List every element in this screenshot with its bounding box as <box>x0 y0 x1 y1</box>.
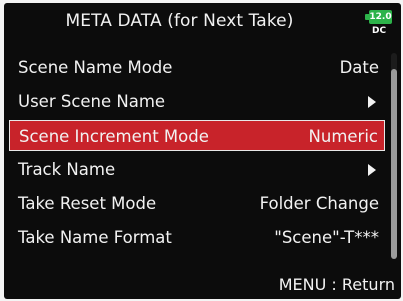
header: META DATA (for Next Take) 12.0 DC <box>4 3 401 41</box>
menu-item-value: Numeric <box>308 127 378 146</box>
menu-item-label: User Scene Name <box>18 92 166 111</box>
battery-icon: 12.0 DC <box>363 10 397 40</box>
battery-level: 12.0 <box>369 10 392 24</box>
menu-item-label: Scene Name Mode <box>18 58 173 77</box>
scrollbar-thumb[interactable] <box>391 69 397 259</box>
menu-item-take-reset-mode[interactable]: Take Reset Mode Folder Change <box>9 188 385 219</box>
menu-item-label: Take Reset Mode <box>18 194 157 213</box>
menu-item-user-scene-name[interactable]: User Scene Name <box>9 86 385 117</box>
menu-item-label: Track Name <box>18 160 116 179</box>
menu-item-value: "Scene"-T*** <box>274 228 379 247</box>
page-title: META DATA (for Next Take) <box>65 11 294 31</box>
menu-item-take-name-format[interactable]: Take Name Format "Scene"-T*** <box>9 222 385 253</box>
right-triangle-icon <box>368 164 376 176</box>
menu-item-label: Take Name Format <box>18 228 172 247</box>
menu-item-track-name[interactable]: Track Name <box>9 154 385 185</box>
menu-item-scene-name-mode[interactable]: Scene Name Mode Date <box>9 52 385 83</box>
menu-item-scene-increment-mode[interactable]: Scene Increment Mode Numeric <box>9 120 385 151</box>
right-triangle-icon <box>368 96 376 108</box>
device-screen: META DATA (for Next Take) 12.0 DC Scene … <box>4 3 401 299</box>
menu-item-value: Date <box>339 58 379 77</box>
power-source: DC <box>372 26 387 36</box>
menu-item-value: Folder Change <box>259 194 379 213</box>
menu-item-label: Scene Increment Mode <box>19 127 209 146</box>
footer-hint: MENU : Return <box>278 275 395 294</box>
